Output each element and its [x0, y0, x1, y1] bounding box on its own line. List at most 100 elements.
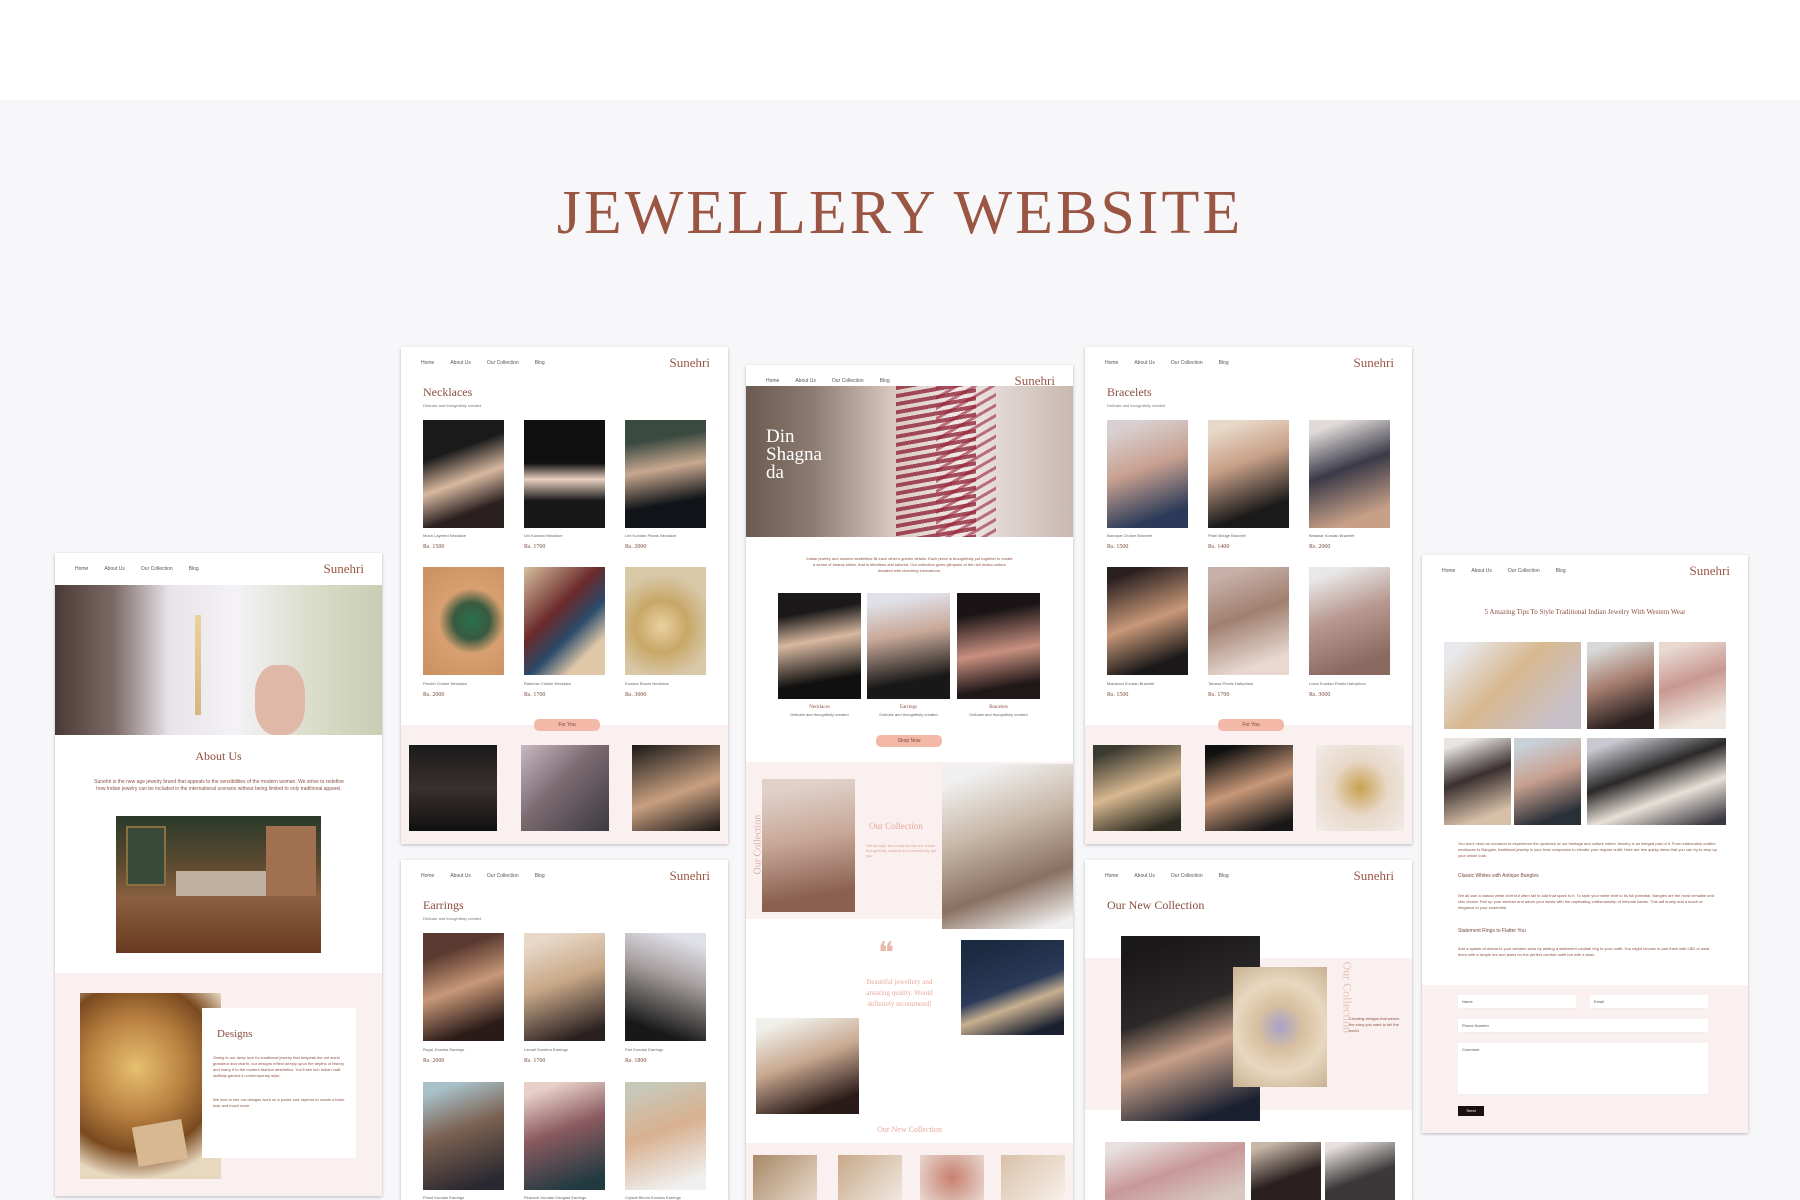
section-subheading: Delicate and thoughtfully created	[1107, 403, 1166, 408]
product-image[interactable]	[1107, 420, 1188, 528]
name-field[interactable]: Name	[1458, 995, 1576, 1009]
nav-blog[interactable]: Blog	[1219, 873, 1229, 879]
collection-image-2[interactable]	[942, 764, 1073, 929]
earrings-page-mockup: Home About Us Our Collection Blog Sunehr…	[401, 860, 728, 1200]
nav-home[interactable]: Home	[1105, 873, 1118, 879]
nav-home[interactable]: Home	[1442, 568, 1455, 574]
new-collection-image[interactable]	[838, 1155, 902, 1200]
testimonial-quote: Beautiful jewellery and amazing quality.…	[866, 978, 933, 1008]
product-image[interactable]	[625, 420, 706, 528]
phone-field[interactable]: Phone Number	[1458, 1019, 1708, 1033]
product-image[interactable]	[423, 933, 504, 1041]
new-collection-image[interactable]	[920, 1155, 984, 1200]
nav-collection[interactable]: Our Collection	[1508, 568, 1540, 574]
product-image[interactable]	[625, 933, 706, 1041]
nav-collection[interactable]: Our Collection	[1171, 360, 1203, 366]
nav-collection[interactable]: Our Collection	[141, 566, 173, 572]
nav-about[interactable]: About Us	[1134, 873, 1155, 879]
new-collection-detail-image[interactable]	[1233, 967, 1327, 1087]
nav-blog[interactable]: Blog	[1219, 360, 1229, 366]
blog-image	[1514, 738, 1581, 825]
product-image[interactable]	[423, 567, 504, 675]
product-image[interactable]	[625, 567, 706, 675]
gallery-image[interactable]	[1105, 1142, 1245, 1200]
nav-collection[interactable]: Our Collection	[487, 873, 519, 879]
nav-blog[interactable]: Blog	[1556, 568, 1566, 574]
nav-collection[interactable]: Our Collection	[832, 378, 864, 384]
gallery-image[interactable]	[1251, 1142, 1321, 1200]
product-price: Rs. 1700	[524, 1058, 546, 1064]
brand-logo[interactable]: Sunehri	[670, 868, 710, 884]
brand-logo[interactable]: Sunehri	[1690, 563, 1730, 579]
product-image[interactable]	[524, 933, 605, 1041]
product-image[interactable]	[1208, 420, 1289, 528]
product-image[interactable]	[524, 567, 605, 675]
product-name: Bhaskar Kundan Bracelet	[1309, 533, 1355, 538]
for-you-image[interactable]	[1093, 745, 1181, 831]
category-earrings-image[interactable]	[867, 593, 950, 699]
product-image[interactable]	[1208, 567, 1289, 675]
nav-blog[interactable]: Blog	[880, 378, 890, 384]
for-you-button[interactable]: For You	[534, 719, 600, 731]
product-name: Royal Jhumka Earrings	[423, 1047, 465, 1052]
for-you-image[interactable]	[521, 745, 609, 831]
product-image[interactable]	[524, 1082, 605, 1190]
nav-home[interactable]: Home	[1105, 360, 1118, 366]
nav-about[interactable]: About Us	[1471, 568, 1492, 574]
comment-field[interactable]: Comment	[1458, 1043, 1708, 1095]
navbar: Home About Us Our Collection Blog Sunehr…	[401, 347, 728, 377]
nav-blog[interactable]: Blog	[535, 873, 545, 879]
bracelets-page-mockup: Home About Us Our Collection Blog Sunehr…	[1085, 347, 1412, 844]
new-collection-image[interactable]	[753, 1155, 817, 1200]
for-you-image[interactable]	[1316, 745, 1404, 831]
category-sub: Delicate and thoughtfully created	[879, 712, 938, 717]
nav-home[interactable]: Home	[421, 873, 434, 879]
gallery-image[interactable]	[1325, 1142, 1395, 1200]
shop-now-button[interactable]: Shop Now	[876, 735, 942, 747]
blog-image	[1587, 738, 1726, 825]
for-you-button[interactable]: For You	[1218, 719, 1284, 731]
nav-blog[interactable]: Blog	[535, 360, 545, 366]
nav-about[interactable]: About Us	[104, 566, 125, 572]
product-name: Uni Kundan Necklace	[524, 533, 563, 538]
product-name: Tamara Pearls Hathphool	[1208, 681, 1254, 686]
nav-about[interactable]: About Us	[450, 873, 471, 879]
product-image[interactable]	[1309, 420, 1390, 528]
for-you-image[interactable]	[1205, 745, 1293, 831]
nav-blog[interactable]: Blog	[189, 566, 199, 572]
nav-about[interactable]: About Us	[795, 378, 816, 384]
for-you-image[interactable]	[409, 745, 497, 831]
product-image[interactable]	[1309, 567, 1390, 675]
new-collection-image[interactable]	[1001, 1155, 1065, 1200]
blog-page-mockup: Home About Us Our Collection Blog Sunehr…	[1422, 555, 1748, 1133]
brand-logo[interactable]: Sunehri	[324, 561, 364, 577]
blog-image	[1444, 738, 1511, 825]
brand-logo[interactable]: Sunehri	[670, 355, 710, 371]
nav-collection[interactable]: Our Collection	[487, 360, 519, 366]
product-image[interactable]	[423, 1082, 504, 1190]
send-button[interactable]: Send	[1458, 1106, 1484, 1116]
new-collection-page-mockup: Home About Us Our Collection Blog Sunehr…	[1085, 860, 1412, 1200]
testimonial-image-2	[756, 1018, 859, 1114]
product-image[interactable]	[524, 420, 605, 528]
product-image[interactable]	[423, 420, 504, 528]
product-image[interactable]	[1107, 567, 1188, 675]
for-you-image[interactable]	[632, 745, 720, 831]
navbar: Home About Us Our Collection Blog Sunehr…	[1085, 860, 1412, 890]
product-image[interactable]	[625, 1082, 706, 1190]
nav-collection[interactable]: Our Collection	[1171, 873, 1203, 879]
nav-about[interactable]: About Us	[450, 360, 471, 366]
email-field[interactable]: Email	[1590, 995, 1708, 1009]
category-bracelets-image[interactable]	[957, 593, 1040, 699]
about-paragraph: Sunehri is the new age jewelry brand tha…	[94, 779, 344, 792]
collection-image-1[interactable]	[762, 779, 855, 912]
nav-home[interactable]: Home	[766, 378, 779, 384]
brand-logo[interactable]: Sunehri	[1354, 868, 1394, 884]
brand-logo[interactable]: Sunehri	[1354, 355, 1394, 371]
nav-about[interactable]: About Us	[1134, 360, 1155, 366]
nav-home[interactable]: Home	[421, 360, 434, 366]
blog-image	[1587, 642, 1654, 729]
navbar: Home About Us Our Collection Blog Sunehr…	[1422, 555, 1748, 585]
category-necklaces-image[interactable]	[778, 593, 861, 699]
nav-home[interactable]: Home	[75, 566, 88, 572]
